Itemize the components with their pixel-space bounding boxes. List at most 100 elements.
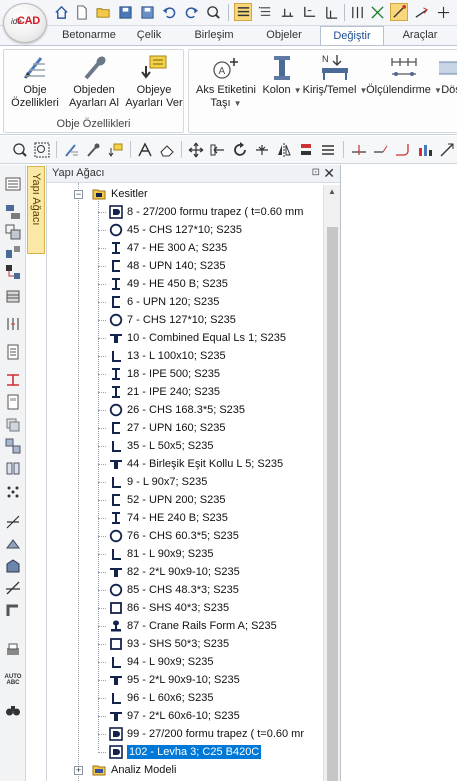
tree-item[interactable]: 10 - Combined Equal Ls 1; S235 [47,329,327,347]
kolon-button[interactable]: Kolon ▼ [262,52,302,97]
tree-folder-kesitler[interactable]: − Kesitler [47,185,327,203]
expand-icon[interactable]: + [74,766,83,775]
tree-view-icon[interactable] [4,175,22,193]
drawing-area[interactable] [342,165,457,781]
app-logo[interactable]: ide CAD [3,3,47,43]
mirror-icon[interactable] [275,141,293,159]
storey-icon[interactable] [4,263,22,281]
tree-item[interactable]: 82 - 2*L 90x9-10; S235 [47,563,327,581]
columns-icon[interactable] [348,3,366,21]
open-folder-icon[interactable] [94,3,112,21]
tree-item[interactable]: 49 - HE 450 B; S235 [47,275,327,293]
home-icon[interactable] [52,3,70,21]
fillet-icon[interactable] [394,141,412,159]
tab-araclar[interactable]: Araçlar [392,26,448,45]
chart-icon[interactable] [416,141,434,159]
zoom-icon[interactable] [204,3,222,21]
layers-icon[interactable] [234,3,252,21]
erase-icon[interactable] [158,141,176,159]
zoom-icon[interactable] [11,141,29,159]
doseme-button[interactable]: Döş [439,52,457,97]
auto-abc-icon[interactable]: AUTO ABC [4,671,22,689]
aks-etiketini-tasi-button[interactable]: A Aks Etiketini Taşı ▼ [191,52,261,110]
tree-item[interactable]: 9 - L 90x7; S235 [47,473,327,491]
extend-icon[interactable] [372,141,390,159]
polar-icon[interactable] [412,3,430,21]
tree-item[interactable]: 85 - CHS 48.3*3; S235 [47,581,327,599]
ortho-icon[interactable] [390,3,408,21]
slab-edit-icon[interactable] [4,535,22,553]
tree-item[interactable]: 27 - UPN 160; S235 [47,419,327,437]
stack-icon[interactable] [4,415,22,433]
pin-icon[interactable]: ⊡ [312,167,320,178]
binoculars-icon[interactable] [4,701,22,719]
wall-icon[interactable] [4,557,22,575]
tab-betonarme[interactable]: Betonarme [54,26,124,45]
rotate-icon[interactable] [231,141,249,159]
tree-item[interactable]: 6 - UPN 120; S235 [47,293,327,311]
olculendirme-button[interactable]: Ölçülendirme ▼ [366,52,442,97]
tree-item[interactable]: 86 - SHS 40*3; S235 [47,599,327,617]
scale-icon[interactable] [438,141,456,159]
beam-section-icon[interactable] [4,371,22,389]
grid-icon[interactable] [322,3,340,21]
tree-item[interactable]: 74 - HE 240 B; S235 [47,509,327,527]
tree-item[interactable]: 96 - L 60x6; S235 [47,689,327,707]
tree-view[interactable]: − Kesitler 8 - 27/200 formu trapez ( t=0.6… [47,183,327,781]
layers-icon[interactable] [4,203,22,221]
brace-icon[interactable] [4,513,22,531]
document-icon[interactable] [4,393,22,411]
move-icon[interactable] [187,141,205,159]
tree-item[interactable]: 26 - CHS 168.3*5; S235 [47,401,327,419]
tree-item[interactable]: 13 - L 100x10; S235 [47,347,327,365]
undo-icon[interactable] [160,3,178,21]
tree-item[interactable]: 97 - 2*L 60x6-10; S235 [47,707,327,725]
tree-item[interactable]: 8 - 27/200 formu trapez ( t=0.60 mm [47,203,327,221]
section-icon[interactable] [300,3,318,21]
copy-layer-icon[interactable] [4,223,22,241]
tree-item[interactable]: 99 - 27/200 formu trapez ( t=0.60 mr [47,725,327,743]
list-icon[interactable] [256,3,274,21]
obje-ozellikleri-button[interactable]: Obje Özellikleri [8,52,62,110]
print-icon[interactable] [4,641,22,659]
multi-copy-icon[interactable] [4,437,22,455]
copy-icon[interactable] [209,141,227,159]
snap-icon[interactable] [368,3,386,21]
diagonal-icon[interactable] [4,579,22,597]
align-icon[interactable] [297,141,315,159]
building-icon[interactable] [4,287,22,305]
apply-settings-icon[interactable] [106,141,124,159]
tab-birlesim[interactable]: Birleşim [184,26,244,45]
zoom-window-icon[interactable] [33,141,51,159]
tree-item[interactable]: 45 - CHS 127*10; S235 [47,221,327,239]
side-tab-yapi-agaci[interactable]: Yapı Ağacı [27,166,45,254]
properties-icon[interactable] [62,141,80,159]
kiris-temel-button[interactable]: N Kiriş/Temel ▼ [303,52,368,97]
pipe-icon[interactable] [4,601,22,619]
report-icon[interactable] [4,343,22,361]
tab-celik[interactable]: Çelik [124,26,174,45]
tree-item[interactable]: 95 - 2*L 90x9-10; S235 [47,671,327,689]
tree-item[interactable]: 18 - IPE 500; S235 [47,365,327,383]
book-icon[interactable] [4,459,22,477]
objeye-ayarlari-ver-button[interactable]: Objeye Ayarları Ver [124,52,184,110]
redo-icon[interactable] [182,3,200,21]
scroll-up-icon[interactable]: ▲ [328,187,336,196]
tree-item[interactable]: 81 - L 90x9; S235 [47,545,327,563]
text-icon[interactable] [136,141,154,159]
tree-item[interactable]: 35 - L 50x5; S235 [47,437,327,455]
axis-icon[interactable] [4,315,22,333]
tree-item[interactable]: 76 - CHS 60.3*5; S235 [47,527,327,545]
dimension-icon[interactable] [278,3,296,21]
tree-item[interactable]: 102 - Levha 3; C25 B420C [47,743,327,761]
close-icon[interactable]: ✕ [323,165,335,182]
new-file-icon[interactable] [72,3,90,21]
tree-scrollbar[interactable]: ▲ [323,185,340,781]
collapse-icon[interactable]: − [74,190,83,199]
objeden-ayarlari-al-button[interactable]: Objeden Ayarları Al [66,52,122,110]
scrollbar-thumb[interactable] [327,227,338,781]
tree-item[interactable]: 52 - UPN 200; S235 [47,491,327,509]
stretch-icon[interactable] [253,141,271,159]
floor-icon[interactable] [4,243,22,261]
dots-icon[interactable] [4,483,22,501]
